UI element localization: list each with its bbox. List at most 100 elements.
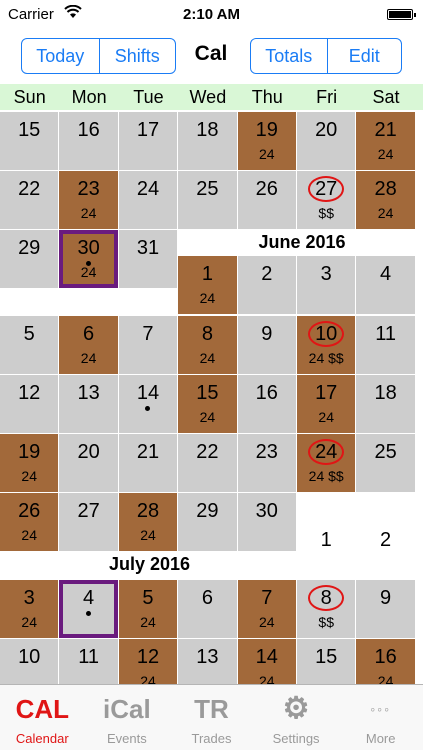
weekday-sun: Sun [13, 87, 46, 107]
calendar-day-cell[interactable]: 20 [59, 434, 118, 492]
day-number: 11 [78, 646, 99, 668]
calendar-day-cell[interactable]: 26 [237, 171, 296, 229]
calendar-day-cell[interactable]: 5 [0, 316, 59, 374]
tab-events[interactable]: iCal Events [85, 685, 170, 750]
shift-info: 24 $$ [308, 468, 344, 484]
day-number: 7 [261, 587, 273, 609]
calendar-day-cell[interactable]: 22 [178, 434, 237, 492]
calendar-day-cell[interactable]: 20 [297, 112, 356, 170]
calendar-day-cell[interactable]: 24 [118, 171, 178, 229]
calendar-day-cell[interactable]: 2 [356, 522, 415, 580]
day-number: 23 [77, 178, 100, 200]
calendar-day-cell[interactable]: 31 [118, 230, 178, 288]
day-number: 19 [18, 441, 41, 463]
calendar-day-cell[interactable]: 9 [237, 316, 296, 374]
day-number: 27 [315, 178, 338, 200]
shift-info: 24 [377, 146, 394, 162]
calendar-day-cell[interactable]: 27 [59, 493, 118, 551]
day-number: 31 [136, 237, 160, 259]
calendar-day-cell[interactable]: 14 24 [237, 639, 296, 684]
calendar-day-cell[interactable]: 4 [356, 256, 415, 314]
shift-info: 24 [21, 527, 37, 543]
calendar-day-cell[interactable]: 14 [118, 375, 178, 433]
calendar-day-cell[interactable]: 16 [237, 375, 296, 433]
calendar-day-cell[interactable]: 16 [59, 112, 118, 170]
calendar-day-cell[interactable]: 18 [356, 375, 415, 433]
today-button[interactable]: Today [22, 39, 99, 73]
shift-info: 24 [377, 205, 394, 221]
calendar-day-cell[interactable]: 10 24 $$ [297, 316, 356, 374]
calendar-day-cell[interactable]: 21 24 [356, 112, 415, 170]
calendar-day-cell[interactable]: 5 24 [118, 580, 178, 638]
weekday-wed: Wed [189, 87, 227, 107]
day-number: 29 [196, 500, 219, 522]
tab-calendar[interactable]: CAL Calendar [0, 685, 85, 750]
tab-trades[interactable]: TR Trades [169, 685, 254, 750]
edit-button[interactable]: Edit [326, 39, 402, 73]
calendar-day-cell[interactable]: 7 [118, 316, 178, 374]
calendar-day-cell[interactable]: 29 [0, 230, 59, 288]
calendar-day-cell[interactable]: 24 24 $$ [297, 434, 356, 492]
calendar-day-cell[interactable]: 17 [118, 112, 178, 170]
calendar-day-cell[interactable]: 28 24 [118, 493, 178, 551]
calendar-day-cell[interactable]: 11 [356, 316, 415, 374]
day-number: 8 [320, 587, 332, 609]
calendar-day-cell[interactable]: 11 [59, 639, 118, 684]
calendar-day-cell[interactable]: 19 24 [237, 112, 296, 170]
shifts-button[interactable]: Shifts [98, 39, 176, 73]
calendar-day-cell[interactable]: 21 [118, 434, 178, 492]
calendar-day-cell[interactable]: 12 [0, 375, 59, 433]
day-number: 15 [196, 382, 219, 404]
calendar-day-cell[interactable]: 7 24 [237, 580, 296, 638]
calendar-day-cell[interactable]: 23 [237, 434, 296, 492]
calendar-day-cell[interactable]: 30 24 [59, 230, 118, 288]
calendar-day-cell[interactable]: 22 [0, 171, 59, 229]
day-number: 5 [23, 323, 35, 345]
calendar-day-cell[interactable]: 17 24 [297, 375, 356, 433]
calendar-day-cell[interactable]: 15 [297, 639, 356, 684]
weekday-sat: Sat [372, 87, 400, 107]
calendar-day-cell[interactable]: 4 [59, 580, 118, 638]
day-number: 12 [18, 382, 41, 404]
tab-more[interactable]: ◦◦◦ More [338, 685, 423, 750]
day-number: 5 [142, 587, 154, 609]
day-number: 26 [18, 500, 41, 522]
day-number: 9 [380, 587, 392, 609]
calendar-day-cell[interactable]: 27 $$ [297, 171, 356, 229]
calendar-day-cell[interactable]: 28 24 [356, 171, 415, 229]
calendar-day-cell[interactable]: 3 24 [0, 580, 59, 638]
calendar-day-cell[interactable]: 15 24 [178, 375, 237, 433]
calendar-day-cell[interactable]: 29 [178, 493, 237, 551]
calendar-day-cell[interactable]: 25 [356, 434, 415, 492]
calendar-day-cell[interactable]: 16 24 [356, 639, 415, 684]
calendar-day-cell[interactable]: 3 [297, 256, 356, 314]
tab-label: More [365, 731, 396, 746]
calendar-day-cell[interactable]: 30 [237, 493, 296, 551]
calendar-day-cell[interactable]: 26 24 [0, 493, 59, 551]
calendar-day-cell[interactable]: 8 $$ [297, 580, 356, 638]
calendar-day-cell[interactable]: 13 [178, 639, 237, 684]
calendar-day-cell[interactable]: 13 [59, 375, 118, 433]
totals-button[interactable]: Totals [251, 39, 327, 73]
calendar-day-cell[interactable]: 1 [297, 522, 356, 580]
calendar-day-cell[interactable]: 6 [178, 580, 237, 638]
calendar-day-cell[interactable]: 25 [178, 171, 237, 229]
shift-info: 24 [199, 350, 216, 366]
calendar-day-cell[interactable]: 2 [237, 256, 296, 314]
calendar-day-cell[interactable]: 19 24 [0, 434, 59, 492]
gears-icon: ⚙ [282, 692, 310, 725]
calendar-day-cell[interactable]: 1 24 [178, 256, 237, 314]
calendar-day-cell[interactable]: 9 [356, 580, 415, 638]
calendar-day-cell[interactable]: 18 [178, 112, 237, 170]
shift-info: 24 $$ [308, 350, 344, 366]
calendar-day-cell[interactable]: 8 24 [178, 316, 237, 374]
calendar-day-cell[interactable]: 15 [0, 112, 59, 170]
day-number: 17 [315, 382, 338, 404]
tab-settings[interactable]: ⚙ Settings [254, 685, 339, 750]
calendar-day-cell[interactable]: 12 24 [118, 639, 178, 684]
day-number: 2 [261, 263, 273, 285]
calendar-day-cell[interactable]: 10 [0, 639, 59, 684]
calendar-day-cell[interactable]: 23 24 [59, 171, 118, 229]
page-title: Cal [194, 42, 228, 65]
calendar-day-cell[interactable]: 6 24 [59, 316, 118, 374]
